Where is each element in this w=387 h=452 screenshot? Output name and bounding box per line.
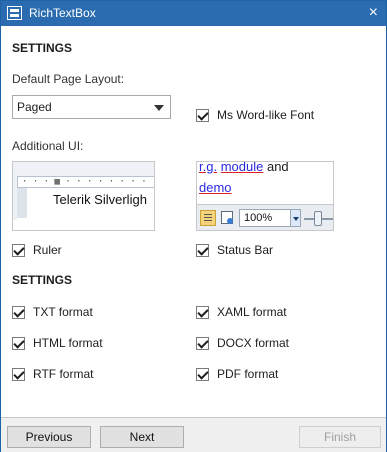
- page-layout-heading: SETTINGS: [12, 41, 73, 55]
- finish-button[interactable]: Finish: [299, 426, 381, 448]
- xaml-format-checkbox[interactable]: XAML format: [196, 304, 287, 320]
- status-preview-link-rg: r.g.: [199, 161, 218, 174]
- previous-button[interactable]: Previous: [7, 426, 91, 448]
- app-icon: [7, 6, 22, 20]
- vertical-ruler: [17, 188, 27, 218]
- ruler-preview-image: · · · ▦ · · · · · · · · · 1 Telerik Silv…: [12, 161, 155, 231]
- chevron-down-icon: [154, 105, 164, 111]
- ruler-checkbox[interactable]: Ruler: [12, 242, 62, 258]
- status-bar-preview-image: r.g. module and demo 100%: [196, 161, 334, 231]
- checkmark-icon: [12, 305, 25, 319]
- zoom-value: 100%: [244, 212, 273, 224]
- zoom-combo: 100%: [239, 209, 291, 227]
- print-layout-icon: [200, 210, 216, 226]
- status-bar-label: Status Bar: [217, 243, 274, 257]
- web-layout-icon: [221, 211, 233, 224]
- zoom-slider-thumb: [314, 211, 322, 226]
- checkmark-icon: [12, 243, 25, 257]
- page-layout-select[interactable]: Paged: [12, 95, 171, 119]
- page-layout-selected-value: Paged: [17, 100, 52, 114]
- html-format-checkbox[interactable]: HTML format: [12, 335, 103, 351]
- status-bar-sample: 100%: [197, 204, 333, 230]
- html-format-label: HTML format: [33, 336, 103, 350]
- checkmark-icon: [196, 305, 209, 319]
- checkmark-icon: [196, 336, 209, 350]
- default-page-layout-label: Default Page Layout:: [12, 72, 125, 86]
- status-preview-line1: r.g. module and: [199, 161, 289, 174]
- status-bar-checkbox[interactable]: Status Bar: [196, 242, 273, 258]
- checkmark-icon: [12, 336, 25, 350]
- wizard-window: RichTextBox × SETTINGS Default Page Layo…: [0, 0, 387, 452]
- txt-format-checkbox[interactable]: TXT format: [12, 304, 93, 320]
- checkmark-icon: [196, 367, 209, 381]
- txt-format-label: TXT format: [33, 305, 93, 319]
- zoom-dropdown-icon: [290, 209, 301, 227]
- docx-format-checkbox[interactable]: DOCX format: [196, 335, 289, 351]
- wizard-footer: Previous Next Finish: [1, 417, 386, 452]
- rtf-format-checkbox[interactable]: RTF format: [12, 366, 93, 382]
- checkmark-icon: [12, 367, 25, 381]
- close-icon[interactable]: ×: [369, 3, 378, 23]
- status-preview-link-demo: demo: [199, 180, 232, 195]
- pdf-format-checkbox[interactable]: PDF format: [196, 366, 278, 382]
- title-bar: RichTextBox ×: [1, 1, 386, 26]
- ms-word-font-label: Ms Word-like Font: [217, 108, 315, 122]
- checkmark-icon: [196, 108, 209, 122]
- ruler-label: Ruler: [33, 243, 62, 257]
- status-preview-line2: demo: [199, 180, 232, 195]
- checkmark-icon: [196, 243, 209, 257]
- status-preview-text-and: and: [266, 161, 289, 174]
- formats-heading: SETTINGS: [12, 273, 73, 287]
- next-button[interactable]: Next: [100, 426, 184, 448]
- ruler-strip: · · · ▦ · · · · · · · · · 1: [17, 176, 154, 188]
- ms-word-font-checkbox[interactable]: Ms Word-like Font: [196, 107, 314, 123]
- window-title: RichTextBox: [29, 6, 96, 20]
- ruler-preview-text: Telerik Silverligh: [53, 192, 147, 207]
- status-preview-link-module: module: [220, 161, 264, 174]
- additional-ui-label: Additional UI:: [12, 139, 84, 153]
- pdf-format-label: PDF format: [217, 367, 279, 381]
- rtf-format-label: RTF format: [33, 367, 94, 381]
- xaml-format-label: XAML format: [217, 305, 287, 319]
- docx-format-label: DOCX format: [217, 336, 290, 350]
